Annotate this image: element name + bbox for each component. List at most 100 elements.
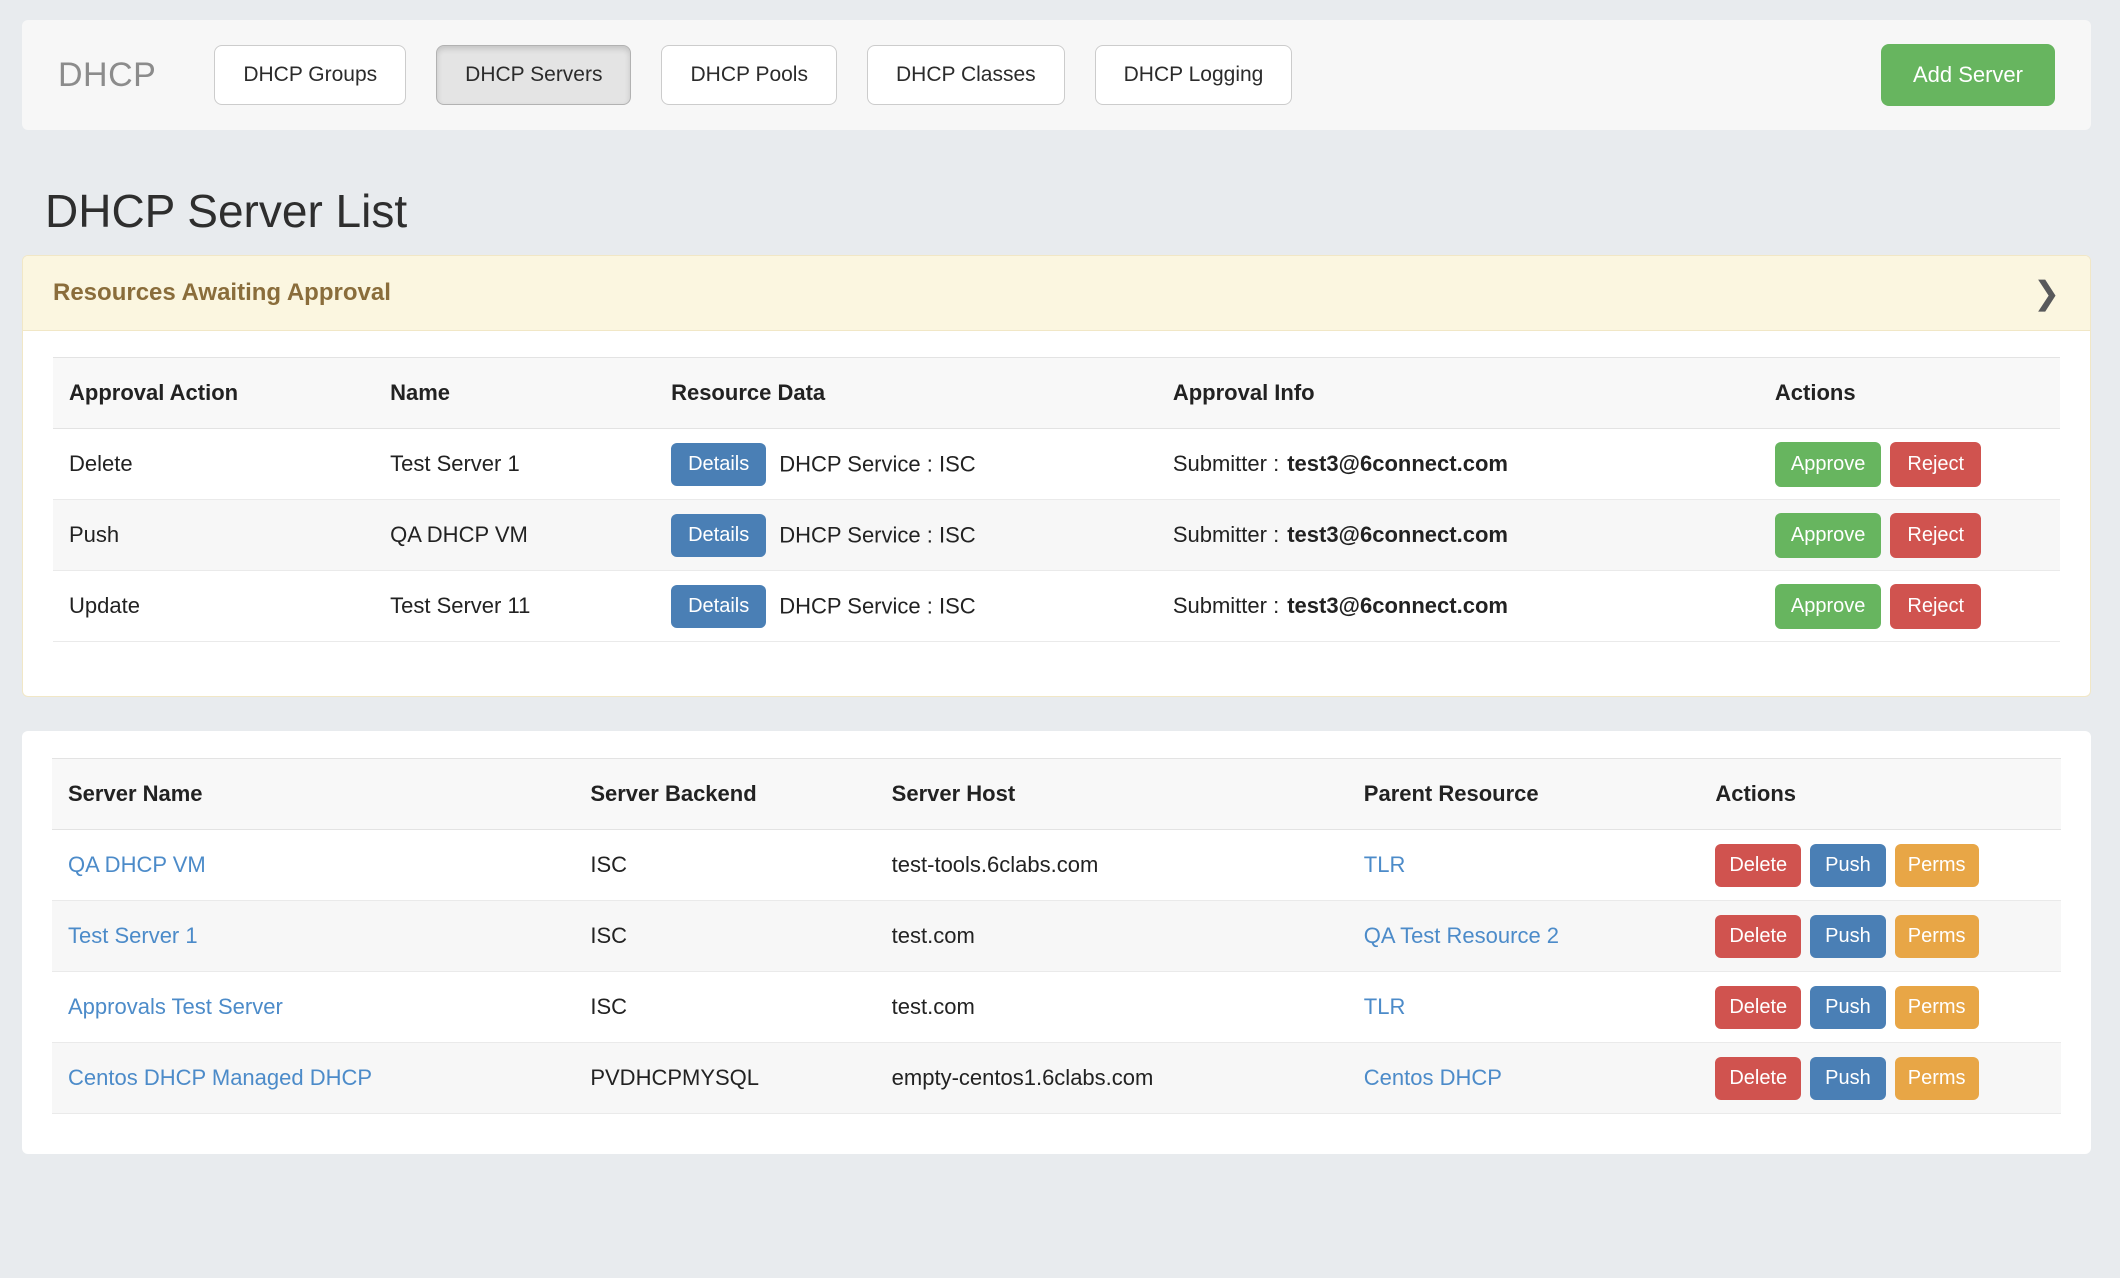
- tab-dhcp-classes[interactable]: DHCP Classes: [867, 45, 1065, 105]
- server-backend-cell: ISC: [574, 972, 875, 1043]
- resources-awaiting-approval-panel: Resources Awaiting Approval ❯ Approval A…: [22, 255, 2091, 697]
- server-name-cell: Centos DHCP Managed DHCP: [52, 1043, 574, 1114]
- col-name: Name: [374, 358, 655, 429]
- push-button[interactable]: Push: [1810, 1057, 1886, 1100]
- approval-panel-header[interactable]: Resources Awaiting Approval ❯: [23, 256, 2090, 331]
- approval-info-cell: Submitter : test3@6connect.com: [1157, 429, 1759, 500]
- server-name-link[interactable]: QA DHCP VM: [68, 852, 206, 877]
- server-row: QA DHCP VM ISC test-tools.6clabs.com TLR…: [52, 830, 2061, 901]
- approve-button[interactable]: Approve: [1775, 513, 1882, 558]
- tab-dhcp-pools[interactable]: DHCP Pools: [661, 45, 837, 105]
- approval-info-cell: Submitter : test3@6connect.com: [1157, 500, 1759, 571]
- server-table-header-row: Server Name Server Backend Server Host P…: [52, 759, 2061, 830]
- details-button[interactable]: Details: [671, 443, 766, 486]
- perms-button[interactable]: Perms: [1895, 986, 1979, 1029]
- approval-action-cell: Delete: [53, 429, 374, 500]
- approval-row: Update Test Server 11 Details DHCP Servic…: [53, 571, 2060, 642]
- server-row: Approvals Test Server ISC test.com TLR D…: [52, 972, 2061, 1043]
- server-row: Centos DHCP Managed DHCP PVDHCPMYSQL emp…: [52, 1043, 2061, 1114]
- resource-data-text: DHCP Service : ISC: [779, 522, 975, 547]
- server-name-link[interactable]: Test Server 1: [68, 923, 198, 948]
- approval-panel-body: Approval Action Name Resource Data Appro…: [23, 331, 2090, 696]
- resource-data-cell: Details DHCP Service : ISC: [655, 500, 1157, 571]
- parent-resource-cell: TLR: [1348, 972, 1700, 1043]
- approval-row: Delete Test Server 1 Details DHCP Service…: [53, 429, 2060, 500]
- col-resource-data: Resource Data: [655, 358, 1157, 429]
- approval-name-cell: QA DHCP VM: [374, 500, 655, 571]
- reject-button[interactable]: Reject: [1890, 584, 1981, 629]
- perms-button[interactable]: Perms: [1895, 915, 1979, 958]
- delete-button[interactable]: Delete: [1715, 986, 1801, 1029]
- perms-button[interactable]: Perms: [1895, 844, 1979, 887]
- parent-resource-cell: QA Test Resource 2: [1348, 901, 1700, 972]
- server-actions-cell: DeletePushPerms: [1699, 901, 2061, 972]
- server-backend-cell: PVDHCPMYSQL: [574, 1043, 875, 1114]
- server-actions-cell: DeletePushPerms: [1699, 972, 2061, 1043]
- parent-resource-cell: Centos DHCP: [1348, 1043, 1700, 1114]
- chevron-right-icon[interactable]: ❯: [2033, 277, 2060, 309]
- add-server-button[interactable]: Add Server: [1881, 44, 2055, 106]
- push-button[interactable]: Push: [1810, 915, 1886, 958]
- approval-actions-cell: ApproveReject: [1759, 571, 2060, 642]
- server-host-cell: empty-centos1.6clabs.com: [876, 1043, 1348, 1114]
- delete-button[interactable]: Delete: [1715, 915, 1801, 958]
- server-name-cell: QA DHCP VM: [52, 830, 574, 901]
- perms-button[interactable]: Perms: [1895, 1057, 1979, 1100]
- submitter-label: Submitter :: [1173, 593, 1279, 618]
- tab-dhcp-servers[interactable]: DHCP Servers: [436, 45, 631, 105]
- submitter-email: test3@6connect.com: [1287, 522, 1508, 547]
- server-row: Test Server 1 ISC test.com QA Test Resou…: [52, 901, 2061, 972]
- parent-resource-link[interactable]: TLR: [1364, 994, 1406, 1019]
- server-name-link[interactable]: Approvals Test Server: [68, 994, 283, 1019]
- reject-button[interactable]: Reject: [1890, 513, 1981, 558]
- push-button[interactable]: Push: [1810, 844, 1886, 887]
- server-actions-cell: DeletePushPerms: [1699, 830, 2061, 901]
- col-server-name: Server Name: [52, 759, 574, 830]
- server-backend-cell: ISC: [574, 901, 875, 972]
- details-button[interactable]: Details: [671, 514, 766, 557]
- approval-table-header-row: Approval Action Name Resource Data Appro…: [53, 358, 2060, 429]
- resource-data-cell: Details DHCP Service : ISC: [655, 571, 1157, 642]
- tab-dhcp-groups[interactable]: DHCP Groups: [214, 45, 406, 105]
- server-backend-cell: ISC: [574, 830, 875, 901]
- approval-row: Push QA DHCP VM Details DHCP Service : IS…: [53, 500, 2060, 571]
- parent-resource-link[interactable]: QA Test Resource 2: [1364, 923, 1559, 948]
- approval-info-cell: Submitter :test3@6connect.com: [1157, 571, 1759, 642]
- submitter-label: Submitter :: [1173, 451, 1279, 476]
- parent-resource-link[interactable]: Centos DHCP: [1364, 1065, 1502, 1090]
- resource-data-text: DHCP Service : ISC: [779, 593, 975, 618]
- col-actions: Actions: [1699, 759, 2061, 830]
- page-title: DHCP Server List: [45, 184, 2120, 238]
- approval-actions-cell: ApproveReject: [1759, 429, 2060, 500]
- server-table: Server Name Server Backend Server Host P…: [52, 758, 2061, 1114]
- approval-actions-cell: ApproveReject: [1759, 500, 2060, 571]
- approval-name-cell: Test Server 11: [374, 571, 655, 642]
- approve-button[interactable]: Approve: [1775, 442, 1882, 487]
- server-actions-cell: DeletePushPerms: [1699, 1043, 2061, 1114]
- resource-data-cell: Details DHCP Service : ISC: [655, 429, 1157, 500]
- col-parent-resource: Parent Resource: [1348, 759, 1700, 830]
- server-list-panel: Server Name Server Backend Server Host P…: [22, 731, 2091, 1154]
- approval-name-cell: Test Server 1: [374, 429, 655, 500]
- server-host-cell: test.com: [876, 901, 1348, 972]
- tab-dhcp-logging[interactable]: DHCP Logging: [1095, 45, 1293, 105]
- col-server-backend: Server Backend: [574, 759, 875, 830]
- approval-action-cell: Push: [53, 500, 374, 571]
- server-name-link[interactable]: Centos DHCP Managed DHCP: [68, 1065, 372, 1090]
- col-actions: Actions: [1759, 358, 2060, 429]
- col-approval-action: Approval Action: [53, 358, 374, 429]
- col-server-host: Server Host: [876, 759, 1348, 830]
- parent-resource-link[interactable]: TLR: [1364, 852, 1406, 877]
- col-approval-info: Approval Info: [1157, 358, 1759, 429]
- approve-button[interactable]: Approve: [1775, 584, 1882, 629]
- approval-action-cell: Update: [53, 571, 374, 642]
- delete-button[interactable]: Delete: [1715, 1057, 1801, 1100]
- resource-data-text: DHCP Service : ISC: [779, 451, 975, 476]
- delete-button[interactable]: Delete: [1715, 844, 1801, 887]
- details-button[interactable]: Details: [671, 585, 766, 628]
- submitter-email: test3@6connect.com: [1287, 451, 1508, 476]
- dhcp-toolbar: DHCP DHCP Groups DHCP Servers DHCP Pools…: [22, 20, 2091, 130]
- push-button[interactable]: Push: [1810, 986, 1886, 1029]
- reject-button[interactable]: Reject: [1890, 442, 1981, 487]
- submitter-label: Submitter :: [1173, 522, 1279, 547]
